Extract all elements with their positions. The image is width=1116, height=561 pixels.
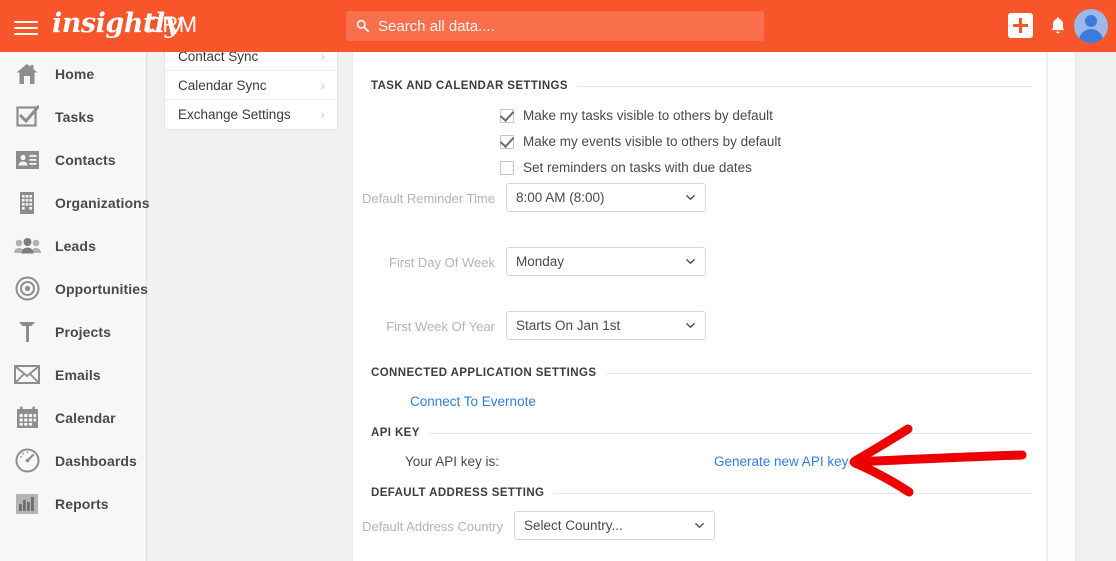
bell-icon[interactable] (1046, 14, 1070, 38)
avatar-body (1079, 29, 1103, 43)
chevron-right-icon: › (320, 77, 325, 93)
search-input[interactable] (378, 11, 758, 41)
section-rule (429, 432, 1031, 434)
section-heading-task-calendar: TASK AND CALENDAR SETTINGS (371, 80, 1031, 92)
home-icon (12, 60, 42, 88)
section-heading-text: DEFAULT ADDRESS SETTING (371, 487, 545, 499)
bar-chart-icon (12, 490, 42, 518)
section-rule (577, 85, 1031, 87)
avatar-head (1085, 15, 1097, 27)
checkbox-tasks-visible[interactable]: Make my tasks visible to others by defau… (500, 108, 773, 123)
settings-subnav: Contact Sync › Calendar Sync › Exchange … (164, 41, 338, 130)
page-background-right (1075, 41, 1116, 561)
sidebar-item-opportunities[interactable]: Opportunities (0, 267, 149, 310)
checkbox-label: Make my events visible to others by defa… (523, 134, 782, 149)
default-reminder-time-select[interactable]: 8:00 AM (8:00) (506, 183, 706, 212)
sidebar-item-contacts[interactable]: Contacts (0, 138, 146, 181)
checkbox-set-reminders[interactable]: Set reminders on tasks with due dates (500, 160, 752, 175)
section-heading-default-address: DEFAULT ADDRESS SETTING (371, 487, 1031, 499)
section-rule (554, 492, 1031, 494)
section-heading-api-key: API KEY (371, 427, 1031, 439)
sidebar-item-label: Leads (55, 237, 96, 254)
sidebar-item-label: Emails (55, 366, 101, 383)
envelope-icon (12, 361, 42, 389)
sidebar-item-label: Contacts (55, 151, 116, 168)
global-search[interactable] (346, 11, 764, 41)
sidebar-item-label: Projects (55, 323, 112, 340)
section-heading-text: API KEY (371, 427, 420, 439)
section-heading-connected-apps: CONNECTED APPLICATION SETTINGS (371, 367, 1031, 379)
app-root: insightly CRM Search all data.... Home T… (0, 0, 1116, 561)
connect-to-evernote-link[interactable]: Connect To Evernote (410, 394, 536, 409)
sidebar-item-label: Tasks (55, 108, 95, 125)
subnav-item-label: Calendar Sync (178, 77, 267, 93)
sidebar-item-organizations[interactable]: Organizations (0, 181, 150, 224)
api-key-label: Your API key is: (405, 454, 500, 469)
chevron-right-icon: › (320, 106, 325, 122)
calendar-icon (12, 404, 42, 432)
sidebar-item-reports[interactable]: Reports (0, 482, 146, 525)
default-address-country-select[interactable]: Select Country... (514, 511, 715, 540)
target-icon (12, 275, 42, 303)
add-new-button[interactable] (1008, 13, 1033, 38)
subnav-item-label: Exchange Settings (178, 107, 291, 122)
sidebar-item-label: Home (55, 65, 95, 82)
settings-panel: Automatically Add The Link Contacts Incl… (352, 41, 1047, 561)
subnav-item-calendar-sync[interactable]: Calendar Sync › (165, 71, 337, 100)
sidebar-item-emails[interactable]: Emails (0, 353, 146, 396)
sidebar-item-dashboards[interactable]: Dashboards (0, 439, 146, 482)
hamburger-line (14, 21, 38, 23)
first-day-of-week-select[interactable]: Monday (506, 247, 706, 276)
checkbox-box[interactable] (500, 160, 514, 175)
building-icon (12, 189, 42, 217)
checkbox-box[interactable] (500, 108, 514, 123)
sidebar-item-label: Calendar (55, 409, 116, 426)
sidebar-item-projects[interactable]: Projects (0, 310, 146, 353)
field-label: Default Address Country (362, 519, 503, 534)
checkbox-box[interactable] (500, 134, 514, 149)
sidebar-item-label: Opportunities (55, 280, 149, 297)
sidebar-item-home[interactable]: Home (0, 52, 146, 95)
first-week-of-year-select[interactable]: Starts On Jan 1st (506, 311, 706, 340)
field-label: First Week Of Year (386, 319, 495, 334)
product-name: CRM (146, 12, 198, 37)
sidebar-item-leads[interactable]: Leads (0, 224, 146, 267)
section-heading-text: TASK AND CALENDAR SETTINGS (371, 80, 568, 92)
hammer-icon (12, 318, 42, 346)
field-label: Default Reminder Time (362, 191, 495, 206)
gauge-icon (12, 447, 42, 475)
subnav-item-exchange-settings[interactable]: Exchange Settings › (165, 100, 337, 129)
checkbox-label: Make my tasks visible to others by defau… (523, 108, 773, 123)
section-rule (606, 372, 1031, 374)
sidebar-item-label: Reports (55, 495, 109, 512)
section-heading-text: CONNECTED APPLICATION SETTINGS (371, 367, 597, 379)
checkbox-label: Set reminders on tasks with due dates (523, 160, 752, 175)
people-group-icon (12, 232, 42, 260)
top-bar: insightly CRM (0, 0, 1116, 52)
sidebar-item-label: Organizations (55, 194, 150, 211)
search-icon (356, 19, 369, 32)
field-label: First Day Of Week (389, 255, 495, 270)
right-gutter (1048, 41, 1075, 561)
hamburger-icon[interactable] (14, 14, 38, 38)
sidebar-item-tasks[interactable]: Tasks (0, 95, 146, 138)
generate-new-api-key-link[interactable]: Generate new API key (714, 454, 848, 469)
contact-card-icon (12, 146, 42, 174)
checkbox-events-visible[interactable]: Make my events visible to others by defa… (500, 134, 781, 149)
task-check-icon (12, 103, 42, 131)
user-avatar-icon[interactable] (1074, 9, 1108, 43)
sidebar-item-calendar[interactable]: Calendar (0, 396, 146, 439)
hamburger-line (14, 33, 38, 35)
main-sidebar: Home Tasks Contacts Organizations Leads … (0, 52, 150, 561)
hamburger-line (14, 27, 38, 29)
sidebar-item-label: Dashboards (55, 452, 137, 469)
